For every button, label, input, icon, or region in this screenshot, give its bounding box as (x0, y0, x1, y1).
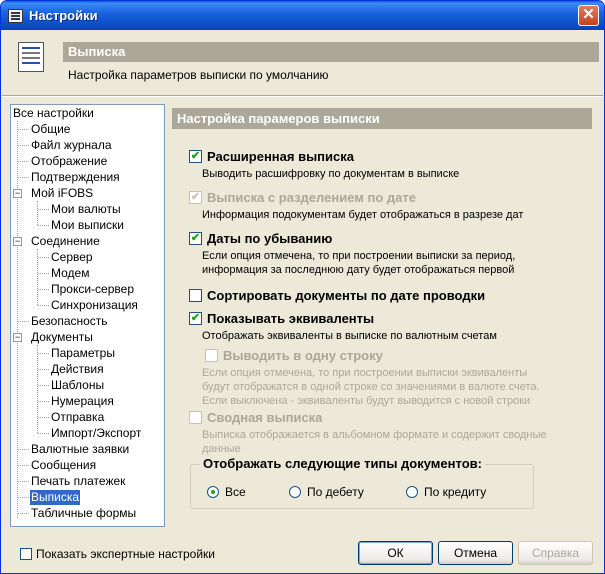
help-button[interactable]: Справка (518, 541, 593, 565)
radio-unselected-icon (289, 486, 301, 498)
header-divider (2, 95, 603, 97)
tree-line (38, 433, 49, 434)
radio-unselected-icon (406, 486, 418, 498)
tree-item-obshchie[interactable]: Общие (30, 122, 71, 137)
checkbox-unchecked-icon (189, 411, 202, 424)
header-title-bar (63, 42, 599, 62)
tree-line (38, 385, 49, 386)
tree-item-otobrazhenie[interactable]: Отображение (30, 154, 108, 169)
tree-line (18, 497, 29, 498)
tree-line (18, 161, 29, 162)
tree-item-moy-ifobs[interactable]: Мой iFOBS (30, 186, 94, 201)
tree-item-root[interactable]: Все настройки (12, 106, 95, 121)
tree-item-pechat-platezhek[interactable]: Печать платежек (30, 474, 126, 489)
dates-descending-desc-line1: Если опция отмечена, то при построении в… (202, 250, 516, 262)
cancel-button[interactable]: Отмена (438, 541, 513, 565)
tree-line (18, 129, 29, 130)
tree-item-numeratsiya[interactable]: Нумерация (50, 394, 115, 409)
single-line-desc-line2: будут отображатся в одной строке со знач… (202, 381, 540, 393)
tree-item-valyutnye-zayavki[interactable]: Валютные заявки (30, 442, 130, 457)
tree-line (38, 289, 49, 290)
tree-line (38, 225, 49, 226)
close-icon: ✕ (582, 6, 595, 23)
tree-line (18, 449, 29, 450)
window-title: Настройки (29, 8, 98, 23)
tree-line (38, 257, 49, 258)
tree-item-deystviya[interactable]: Действия (50, 362, 105, 377)
section-title: Выписка (68, 44, 126, 59)
tree-item-shablony[interactable]: Шаблоны (50, 378, 105, 393)
extended-statement-desc: Выводить расшифровку по документам в вып… (202, 168, 460, 180)
tree-item-import-export[interactable]: Импорт/Экспорт (50, 426, 142, 441)
checkbox-checked-icon: ✔ (189, 191, 202, 204)
tree-line (38, 401, 49, 402)
show-equivalents-desc: Отображать эквиваленты в выписке по валю… (202, 330, 497, 342)
settings-tree[interactable]: − − − Все настройки Общие Файл журнала О… (10, 104, 165, 527)
settings-panel: Настройка парамеров выписки ✔ Расширенна… (166, 104, 598, 527)
tree-line (38, 369, 49, 370)
tree-line (37, 201, 38, 225)
tree-line (38, 273, 49, 274)
tree-item-proxy-server[interactable]: Прокси-сервер (50, 282, 135, 297)
tree-line (18, 145, 29, 146)
tree-item-vypiska[interactable]: Выписка (30, 490, 81, 505)
dates-descending-desc-line2: информация за последнюю дату будет отобр… (202, 264, 515, 276)
doc-types-title: Отображать следующие типы документов: (200, 456, 485, 471)
tree-line (18, 513, 29, 514)
tree-item-tablichnye-formy[interactable]: Табличные формы (30, 506, 137, 521)
title-bar[interactable]: Настройки ✕ (1, 1, 604, 30)
collapse-toggle-moy-ifobs[interactable]: − (13, 189, 22, 198)
split-by-date-desc: Информация подокументам будет отображать… (202, 209, 524, 221)
tree-item-otpravka[interactable]: Отправка (50, 410, 105, 425)
tree-line (37, 345, 38, 433)
tree-item-soobshcheniya[interactable]: Сообщения (30, 458, 97, 473)
tree-item-modem[interactable]: Модем (50, 266, 90, 281)
collapse-toggle-dokumenty[interactable]: − (13, 333, 22, 342)
summary-statement-desc-line2: данные (202, 443, 241, 455)
checkbox-checked-icon: ✔ (189, 232, 202, 245)
collapse-toggle-soedinenie[interactable]: − (13, 237, 22, 246)
tree-item-moi-vypiski[interactable]: Мои выписки (50, 218, 125, 233)
section-header: Выписка Настройка параметров выписки по … (2, 30, 603, 94)
tree-line (18, 321, 29, 322)
tree-item-sinkhronizatsiya[interactable]: Синхронизация (50, 298, 139, 313)
single-line-desc-line3: Если выключена - эквиваленты будут вывод… (202, 395, 531, 407)
checkbox-unchecked-icon (205, 349, 218, 362)
section-subtitle: Настройка параметров выписки по умолчани… (68, 68, 329, 82)
tree-item-moi-valyuty[interactable]: Мои валюты (50, 202, 122, 217)
tree-line (38, 353, 49, 354)
tree-line (38, 417, 49, 418)
tree-line (18, 481, 29, 482)
settings-window: Настройки ✕ Выписка Настройка параметров… (0, 0, 605, 574)
radio-selected-icon (207, 486, 219, 498)
panel-heading: Настройка парамеров выписки (172, 108, 592, 129)
tree-item-server[interactable]: Сервер (50, 250, 94, 265)
close-button[interactable]: ✕ (578, 5, 599, 26)
tree-item-podtverzhdeniya[interactable]: Подтверждения (30, 170, 121, 185)
tree-item-parametry[interactable]: Параметры (50, 346, 116, 361)
checkbox-checked-icon: ✔ (189, 150, 202, 163)
tree-item-fail-zhurnala[interactable]: Файл журнала (30, 138, 113, 153)
checkbox-unchecked-icon (189, 289, 202, 302)
tree-item-bezopasnost[interactable]: Безопасность (30, 314, 109, 329)
tree-item-dokumenty[interactable]: Документы (30, 330, 94, 345)
tree-item-soedinenie[interactable]: Соединение (30, 234, 101, 249)
checkbox-unchecked-icon (20, 548, 32, 560)
tree-line (17, 121, 18, 518)
app-icon (8, 9, 23, 23)
single-line-desc-line1: Если опция отмечена, то при построении в… (202, 367, 528, 379)
checkbox-checked-icon: ✔ (189, 312, 202, 325)
ok-button[interactable]: ОК (358, 541, 433, 565)
tree-line (38, 209, 49, 210)
statement-icon (18, 42, 44, 72)
tree-line (18, 465, 29, 466)
tree-line (38, 305, 49, 306)
summary-statement-desc-line1: Выписка отображается в альбомном формате… (202, 429, 547, 441)
tree-line (18, 177, 29, 178)
